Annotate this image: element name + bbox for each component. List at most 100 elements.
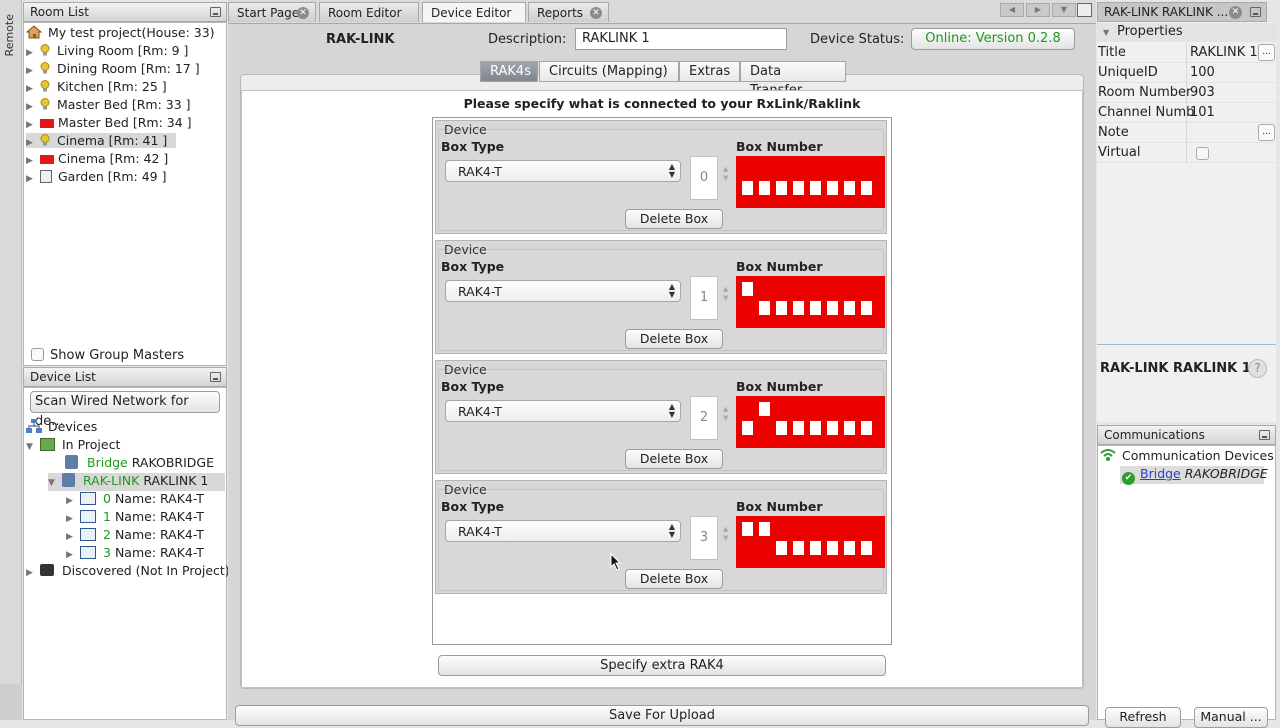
spinner-icon[interactable]: ▲ ▼ — [723, 285, 728, 303]
dip-switch[interactable] — [759, 522, 770, 536]
rak4-child-node[interactable]: ▶ 1 Name: RAK4-T — [66, 509, 204, 524]
dip-switch[interactable] — [861, 421, 872, 435]
discovered-node[interactable]: ▶ Discovered (Not In Project) — [26, 563, 230, 578]
property-row[interactable]: Title RAKLINK 1... — [1097, 43, 1276, 63]
expand-right-icon[interactable]: ▶ — [26, 568, 40, 578]
property-row[interactable]: Note... — [1097, 123, 1276, 143]
delete-box-button[interactable]: Delete Box — [625, 209, 723, 229]
subtab-rak4s[interactable]: RAK4s — [480, 61, 538, 82]
devices-node[interactable]: Devices — [26, 419, 97, 434]
dip-switch[interactable] — [759, 301, 770, 315]
dip-switch-block[interactable] — [736, 276, 885, 328]
dip-switch-block[interactable] — [736, 516, 885, 568]
dip-switch[interactable] — [827, 541, 838, 555]
expand-right-icon[interactable]: ▶ — [26, 102, 40, 112]
minimize-icon[interactable] — [1250, 7, 1261, 17]
dip-switch[interactable] — [844, 181, 855, 195]
dip-switch[interactable] — [759, 181, 770, 195]
rak4-child-node[interactable]: ▶ 0 Name: RAK4-T — [66, 491, 204, 506]
save-for-upload-button[interactable]: Save For Upload — [235, 705, 1089, 726]
remote-side-strip[interactable]: Remote — [0, 0, 22, 720]
subtab-data-transfer[interactable]: Data Transfer — [740, 61, 846, 98]
scan-wired-network-button[interactable]: Scan Wired Network for de... — [30, 391, 220, 429]
dip-switch-block[interactable] — [736, 396, 885, 448]
expand-right-icon[interactable]: ▶ — [26, 66, 40, 76]
dip-switch[interactable] — [776, 301, 787, 315]
ellipsis-button[interactable]: ... — [1258, 44, 1275, 61]
expand-right-icon[interactable]: ▶ — [26, 174, 40, 184]
dip-switch[interactable] — [861, 181, 872, 195]
expand-right-icon[interactable]: ▶ — [66, 496, 80, 506]
dip-switch[interactable] — [810, 301, 821, 315]
box-number-field[interactable]: 1 — [690, 276, 718, 320]
box-number-field[interactable]: 0 — [690, 156, 718, 200]
subtab-circuits-mapping[interactable]: Circuits (Mapping) — [539, 61, 679, 82]
room-item[interactable]: ▶ Cinema [Rm: 41 ] — [26, 133, 176, 148]
dip-switch[interactable] — [810, 541, 821, 555]
ellipsis-button[interactable]: ... — [1258, 124, 1275, 141]
dip-switch[interactable] — [844, 421, 855, 435]
tab-start-page[interactable]: Start Page ✕ — [228, 2, 316, 22]
delete-box-button[interactable]: Delete Box — [625, 329, 723, 349]
property-value[interactable]: 903 — [1190, 85, 1215, 100]
box-type-select[interactable]: RAK4-T ▲ ▼ — [445, 520, 681, 542]
tab-room-editor[interactable]: Room Editor — [319, 2, 419, 22]
scroll-tabs-right-icon[interactable]: ▶ — [1026, 3, 1050, 17]
virtual-checkbox[interactable] — [1196, 147, 1209, 160]
subtab-extras[interactable]: Extras — [679, 61, 740, 82]
property-value[interactable]: 101 — [1190, 105, 1215, 120]
project-node[interactable]: My test project(House: 33) — [25, 25, 215, 40]
refresh-button[interactable]: Refresh — [1105, 707, 1181, 728]
room-item[interactable]: ▶ Cinema [Rm: 42 ] — [26, 151, 168, 166]
tab-reports[interactable]: Reports ✕ — [528, 2, 609, 22]
expand-down-icon[interactable]: ▼ — [1103, 28, 1117, 37]
spinner-icon[interactable]: ▲ ▼ — [723, 165, 728, 183]
dip-switch[interactable] — [742, 522, 753, 536]
room-item[interactable]: ▶ Living Room [Rm: 9 ] — [26, 43, 188, 58]
expand-right-icon[interactable]: ▶ — [66, 514, 80, 524]
property-row[interactable]: Room Number 903 — [1097, 83, 1276, 103]
dip-switch[interactable] — [827, 301, 838, 315]
spinner-icon[interactable]: ▲ ▼ — [723, 525, 728, 543]
expand-right-icon[interactable]: ▶ — [26, 156, 40, 166]
dip-switch[interactable] — [810, 421, 821, 435]
delete-box-button[interactable]: Delete Box — [625, 449, 723, 469]
rak4-child-node[interactable]: ▶ 2 Name: RAK4-T — [66, 527, 204, 542]
dip-switch[interactable] — [861, 541, 872, 555]
dip-switch[interactable] — [776, 181, 787, 195]
dip-switch[interactable] — [742, 282, 753, 296]
expand-right-icon[interactable]: ▶ — [26, 120, 40, 130]
dip-switch[interactable] — [861, 301, 872, 315]
box-number-field[interactable]: 2 — [690, 396, 718, 440]
properties-group-header[interactable]: ▼ Properties — [1097, 23, 1276, 42]
box-type-select[interactable]: RAK4-T ▲ ▼ — [445, 160, 681, 182]
dip-switch[interactable] — [827, 181, 838, 195]
dip-switch[interactable] — [793, 301, 804, 315]
room-item[interactable]: ▶ Master Bed [Rm: 33 ] — [26, 97, 191, 112]
room-item[interactable]: ▶ Master Bed [Rm: 34 ] — [26, 115, 192, 130]
dip-switch[interactable] — [776, 421, 787, 435]
specify-extra-rak4-button[interactable]: Specify extra RAK4 — [438, 655, 886, 676]
tab-device-editor[interactable]: Device Editor — [422, 2, 526, 22]
room-item[interactable]: ▶ Dining Room [Rm: 17 ] — [26, 61, 200, 76]
expand-right-icon[interactable]: ▶ — [26, 84, 40, 94]
dip-switch[interactable] — [793, 421, 804, 435]
property-value[interactable]: RAKLINK 1 — [1190, 45, 1258, 60]
expand-right-icon[interactable]: ▶ — [66, 550, 80, 560]
spinner-icon[interactable]: ▲ ▼ — [723, 405, 728, 423]
expand-right-icon[interactable]: ▶ — [26, 138, 40, 148]
scroll-tabs-left-icon[interactable]: ◀ — [1000, 3, 1024, 17]
delete-box-button[interactable]: Delete Box — [625, 569, 723, 589]
tab-list-dropdown-icon[interactable]: ▼ — [1052, 3, 1076, 17]
dip-switch[interactable] — [793, 541, 804, 555]
help-icon[interactable]: ? — [1248, 359, 1267, 378]
property-row[interactable]: Channel Numb 101 — [1097, 103, 1276, 123]
close-icon[interactable]: ✕ — [1229, 6, 1242, 19]
property-row[interactable]: Virtual — [1097, 143, 1276, 163]
property-row[interactable]: UniqueID 100 — [1097, 63, 1276, 83]
minimize-icon[interactable] — [1259, 430, 1270, 440]
close-icon[interactable]: ✕ — [297, 7, 309, 19]
in-project-node[interactable]: ▼ In Project — [26, 437, 120, 452]
box-type-select[interactable]: RAK4-T ▲ ▼ — [445, 400, 681, 422]
device-status-button[interactable]: Online: Version 0.2.8 — [911, 28, 1075, 50]
